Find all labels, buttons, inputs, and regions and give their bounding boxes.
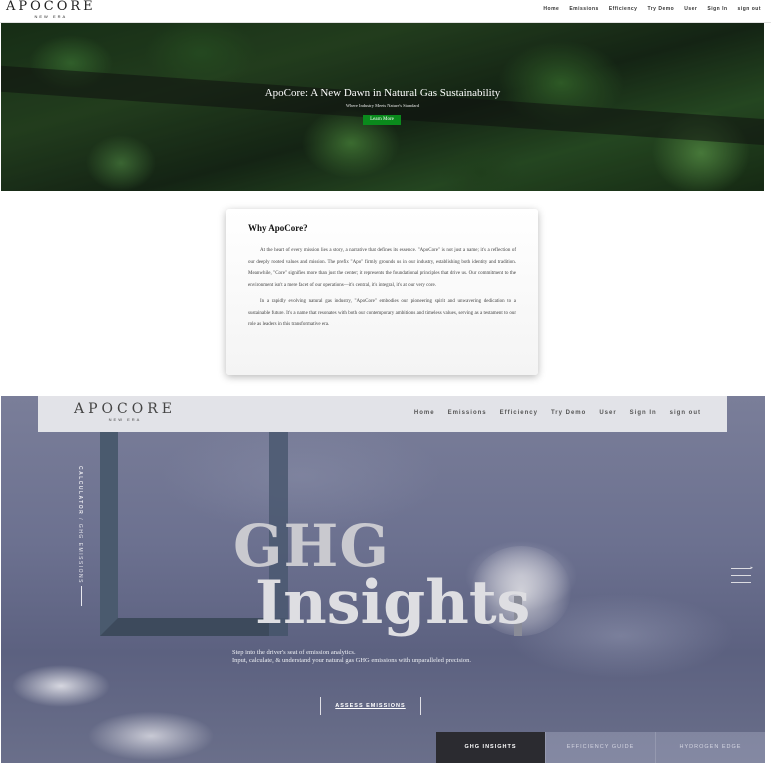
- section-nav-link-sign-out[interactable]: sign out: [670, 410, 701, 416]
- section-nav-link-emissions[interactable]: Emissions: [448, 410, 487, 416]
- logo-wordmark: APOCORE: [6, 0, 96, 14]
- section-nav-link-try-demo[interactable]: Try Demo: [551, 410, 586, 416]
- ghg-insights-section: APOCORE NEW ERA Home Emissions Efficienc…: [1, 396, 765, 763]
- nav-link-efficiency[interactable]: Efficiency: [609, 6, 638, 12]
- vertical-label-rest: / GHG EMISSIONS: [77, 515, 83, 584]
- section-nav-links: Home Emissions Efficiency Try Demo User …: [414, 410, 701, 416]
- card-heading: Why ApoCore?: [248, 223, 308, 233]
- ghg-description: Step into the driver's seat of emission …: [232, 649, 471, 664]
- section-nav-link-user[interactable]: User: [599, 410, 616, 416]
- nav-link-try-demo[interactable]: Try Demo: [647, 6, 674, 12]
- ghg-title-line1: GHG: [233, 512, 390, 580]
- vertical-label-bold: CALCULATOR: [77, 466, 83, 516]
- tab-hydrogen-edge[interactable]: HYDROGEN EDGE: [655, 732, 765, 763]
- top-navbar: APOCORE NEW ERA Home Emissions Efficienc…: [0, 0, 771, 23]
- arrow-right-icon: ▸: [750, 565, 753, 571]
- card-paragraph: In a rapidly evolving natural gas indust…: [248, 299, 516, 327]
- section-navbar: APOCORE NEW ERA Home Emissions Efficienc…: [38, 396, 727, 432]
- vertical-divider: [81, 586, 82, 606]
- logo-subtitle: NEW ERA: [34, 14, 68, 19]
- nav-link-sign-out[interactable]: sign out: [738, 6, 761, 12]
- section-tabs: GHG INSIGHTS EFFICIENCY GUIDE HYDROGEN E…: [436, 732, 765, 763]
- slide-control[interactable]: ▸: [731, 565, 753, 589]
- tab-efficiency-guide[interactable]: EFFICIENCY GUIDE: [545, 732, 655, 763]
- nav-link-user[interactable]: User: [684, 6, 697, 12]
- why-apocore-card: Why ApoCore? At the heart of every missi…: [226, 209, 538, 375]
- hero-tagline: Where Industry Meets Nature's Standard: [345, 103, 420, 108]
- ghg-description-line1: Step into the driver's seat of emission …: [232, 649, 356, 656]
- brand-logo[interactable]: APOCORE NEW ERA: [6, 0, 96, 19]
- section-logo-wordmark: APOCORE: [74, 401, 176, 417]
- nav-link-emissions[interactable]: Emissions: [569, 6, 599, 12]
- nav-link-home[interactable]: Home: [543, 6, 559, 12]
- hero-banner: ApoCore: A New Dawn in Natural Gas Susta…: [1, 23, 764, 191]
- nav-link-sign-in[interactable]: Sign In: [707, 6, 727, 12]
- section-logo-subtitle: NEW ERA: [108, 417, 142, 422]
- section-brand-logo[interactable]: APOCORE NEW ERA: [74, 401, 176, 423]
- section-nav-link-home[interactable]: Home: [414, 410, 435, 416]
- ghg-description-line2: Input, calculate, & understand your natu…: [232, 656, 471, 664]
- card-paragraph: At the heart of every mission lies a sto…: [248, 248, 516, 288]
- learn-more-button[interactable]: Learn More: [363, 115, 401, 125]
- section-nav-link-sign-in[interactable]: Sign In: [630, 410, 657, 416]
- ghg-title-line2: Insights: [255, 568, 531, 638]
- top-nav-links: Home Emissions Efficiency Try Demo User …: [543, 6, 761, 12]
- section-nav-link-efficiency[interactable]: Efficiency: [500, 410, 538, 416]
- hero-title: ApoCore: A New Dawn in Natural Gas Susta…: [264, 87, 501, 99]
- assess-emissions-button[interactable]: ASSESS EMISSIONS: [320, 697, 421, 715]
- vertical-section-label: CALCULATOR / GHG EMISSIONS: [77, 466, 83, 584]
- tab-ghg-insights[interactable]: GHG INSIGHTS: [436, 732, 545, 763]
